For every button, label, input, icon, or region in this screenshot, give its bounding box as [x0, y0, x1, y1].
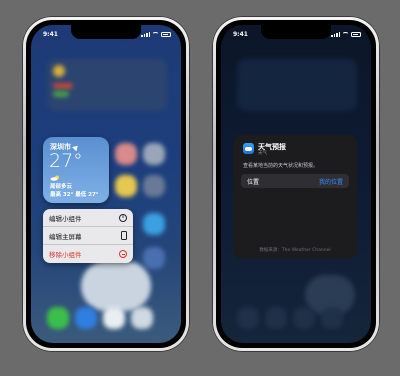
phone-icon — [121, 231, 127, 240]
blurred-app-icon — [143, 247, 165, 269]
widget-subtitle: 天气 — [258, 151, 267, 156]
status-time: 9:41 — [233, 30, 248, 38]
status-bar: 9:41 — [233, 29, 361, 39]
wifi-icon — [342, 31, 349, 37]
partly-cloudy-icon — [50, 175, 59, 181]
location-row[interactable]: 位置 我的位置 — [241, 174, 349, 188]
weather-widget[interactable]: 深圳市 27° 局部多云 最高 32° 最低 27° — [43, 137, 109, 203]
blurred-app-icon — [143, 143, 165, 165]
condition-label: 局部多云 — [50, 184, 73, 190]
weather-app-icon — [243, 143, 254, 154]
data-source: 数据来源：The Weather Channel — [259, 248, 331, 253]
widget-config-card: 天气预报 天气 查看某地当前的天气状况和预报。 位置 我的位置 数据来源：The… — [233, 135, 357, 259]
signal-icon — [141, 31, 150, 37]
blurred-dock-icon — [103, 307, 125, 329]
blurred-bar — [53, 91, 69, 97]
menu-item-remove-widget[interactable]: 移除小组件 — [43, 245, 133, 263]
minus-circle-icon — [119, 250, 127, 258]
blurred-dock-icon — [131, 307, 153, 329]
battery-icon — [161, 31, 171, 37]
menu-item-edit-widget[interactable]: 编辑小组件 i — [43, 209, 133, 227]
context-menu: 编辑小组件 i 编辑主屏幕 移除小组件 — [43, 209, 133, 263]
left-phone: 9:41 深圳市 27° 局部多云 最高 32° 最低 27° 编辑小组件 i … — [22, 16, 190, 352]
right-phone: 9:41 天气预报 天气 查看某地当前的天气状况和预报。 位置 我的位置 数据来… — [212, 16, 380, 352]
menu-item-label: 编辑主屏幕 — [49, 232, 82, 241]
wifi-icon — [152, 31, 159, 37]
blurred-dock-icon — [321, 307, 343, 329]
widget-config-screen: 9:41 天气预报 天气 查看某地当前的天气状况和预报。 位置 我的位置 数据来… — [221, 25, 371, 343]
home-screen: 9:41 深圳市 27° 局部多云 最高 32° 最低 27° 编辑小组件 i … — [31, 25, 181, 343]
menu-item-edit-home-screen[interactable]: 编辑主屏幕 — [43, 227, 133, 245]
status-time: 9:41 — [43, 30, 58, 38]
blurred-app-icon — [143, 175, 165, 197]
blurred-app-icon — [115, 175, 137, 197]
menu-item-label: 编辑小组件 — [49, 214, 82, 223]
temperature: 27° — [49, 150, 83, 172]
blurred-icon — [53, 65, 65, 77]
signal-icon — [331, 31, 340, 37]
blurred-dock-icon — [47, 307, 69, 329]
blurred-bar — [53, 83, 73, 89]
blurred-dock-icon — [75, 307, 97, 329]
blurred-dock-icon — [237, 307, 259, 329]
location-value[interactable]: 我的位置 — [319, 177, 343, 186]
blurred-widget — [237, 59, 357, 111]
menu-item-label: 移除小组件 — [49, 251, 82, 259]
blurred-dock-icon — [265, 307, 287, 329]
battery-icon — [351, 31, 361, 37]
blurred-wallpaper — [81, 261, 151, 311]
location-label: 位置 — [247, 178, 260, 186]
widget-description: 查看某地当前的天气状况和预报。 — [243, 163, 319, 169]
blurred-app-icon — [115, 143, 137, 165]
status-bar: 9:41 — [43, 29, 171, 39]
blurred-app-icon — [143, 213, 165, 235]
info-icon: i — [119, 213, 127, 222]
temperature-range: 最高 32° 最低 27° — [50, 192, 99, 198]
blurred-dock-icon — [293, 307, 315, 329]
